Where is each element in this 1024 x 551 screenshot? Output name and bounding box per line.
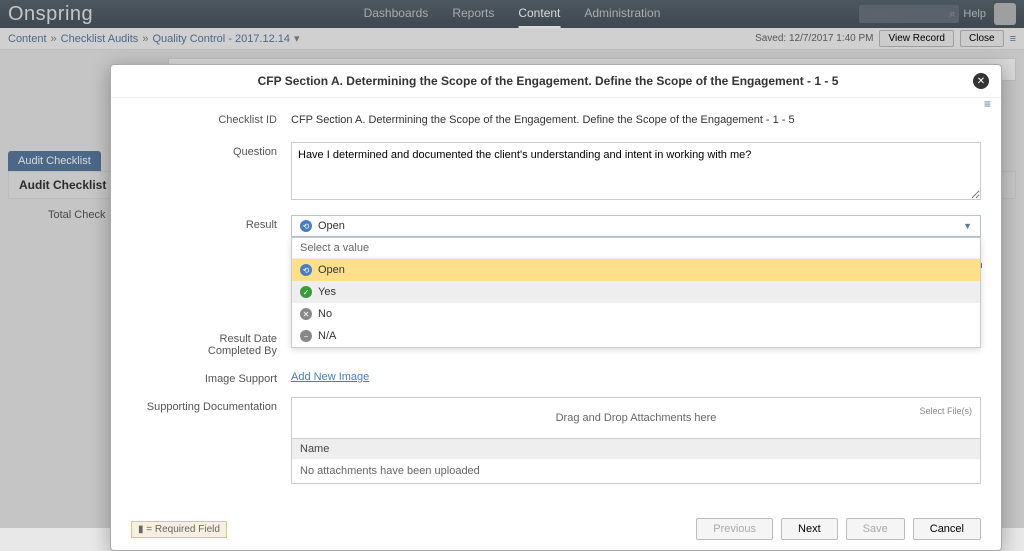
cancel-button[interactable]: Cancel — [913, 518, 981, 540]
attach-empty-text: No attachments have been uploaded — [292, 459, 980, 483]
attachment-box: Drag and Drop Attachments here Select Fi… — [291, 397, 981, 484]
option-open[interactable]: ⟲Open — [292, 259, 980, 281]
drop-zone[interactable]: Drag and Drop Attachments here Select Fi… — [292, 398, 980, 438]
question-label: Question — [131, 142, 291, 158]
option-yes[interactable]: ✓Yes — [292, 281, 980, 303]
attach-name-header: Name — [292, 438, 980, 459]
modal-footer: ▮ = Required Field Previous Next Save Ca… — [111, 508, 1001, 550]
select-files-link[interactable]: Select File(s) — [919, 406, 972, 416]
add-new-image-link[interactable]: Add New Image — [291, 371, 369, 383]
modal-header: CFP Section A. Determining the Scope of … — [111, 65, 1001, 98]
next-button[interactable]: Next — [781, 518, 838, 540]
supporting-doc-label: Supporting Documentation — [131, 397, 291, 413]
question-textarea[interactable] — [291, 142, 981, 200]
previous-button: Previous — [696, 518, 773, 540]
close-icon[interactable]: ✕ — [973, 73, 989, 89]
result-label: Result — [131, 215, 291, 231]
modal-body: Checklist ID CFP Section A. Determining … — [111, 98, 1001, 508]
option-na[interactable]: −N/A — [292, 325, 980, 347]
chevron-down-icon: ▼ — [963, 221, 972, 231]
result-dropdown: Select a value ⟲Open ✓Yes ✕No −N/A — [291, 237, 981, 348]
image-support-label: Image Support — [131, 369, 291, 385]
status-open-icon: ⟲ — [300, 220, 312, 232]
required-field-legend: ▮ = Required Field — [131, 521, 227, 538]
checklist-id-label: Checklist ID — [131, 110, 291, 126]
option-no[interactable]: ✕No — [292, 303, 980, 325]
completed-by-label: Completed By — [131, 341, 291, 357]
checklist-id-value: CFP Section A. Determining the Scope of … — [291, 110, 981, 130]
modal-menu-icon[interactable]: ≡ — [984, 97, 991, 111]
dropdown-header: Select a value — [292, 238, 980, 259]
result-select[interactable]: ⟲ Open ▼ — [291, 215, 981, 237]
modal-title: CFP Section A. Determining the Scope of … — [258, 74, 839, 88]
result-value: Open — [318, 220, 345, 232]
save-button: Save — [846, 518, 905, 540]
modal-dialog: CFP Section A. Determining the Scope of … — [110, 64, 1002, 551]
